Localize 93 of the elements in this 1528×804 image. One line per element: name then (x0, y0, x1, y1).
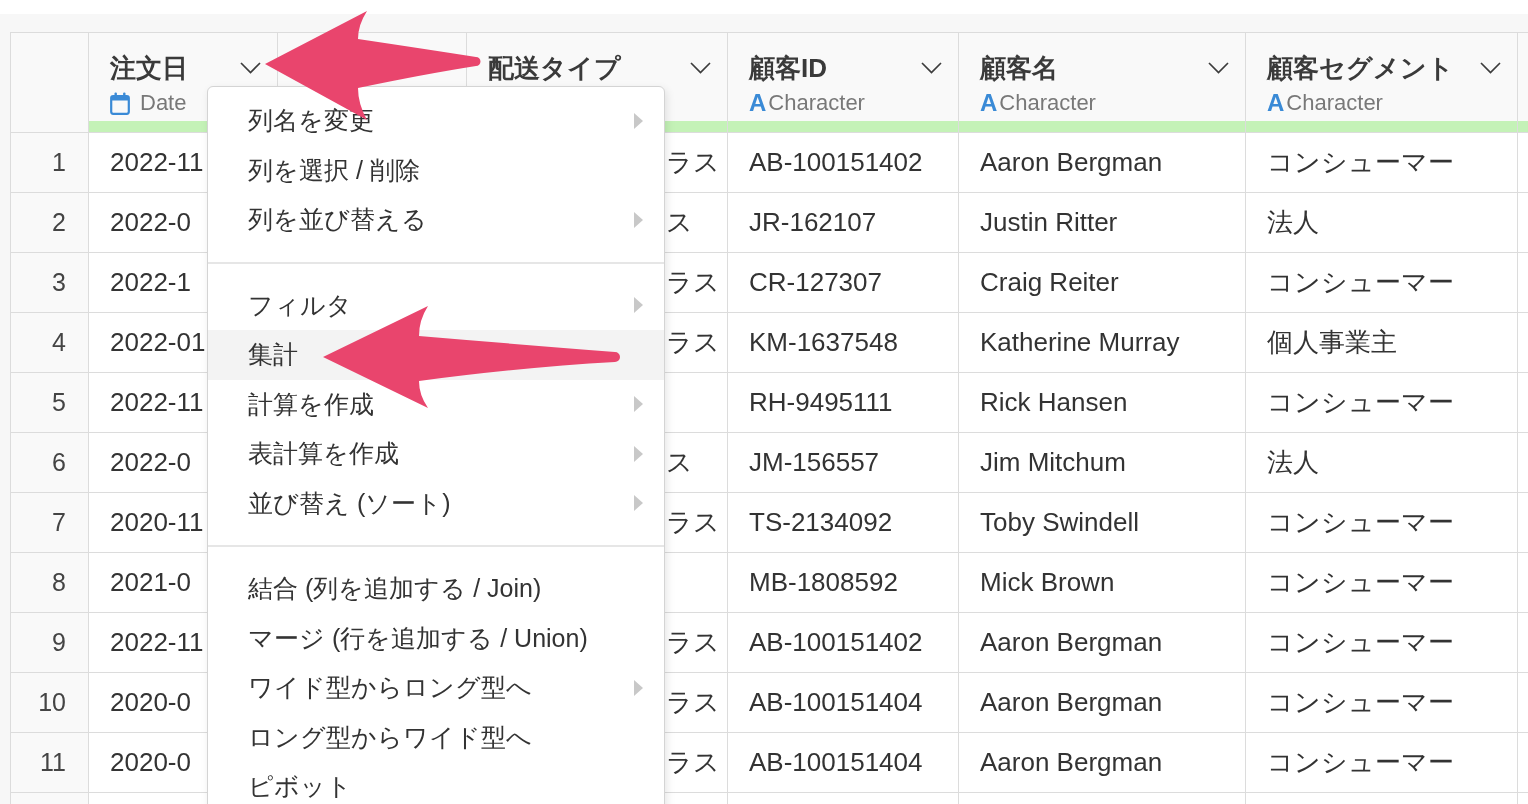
menu-item[interactable]: ロング型からワイド型へ (208, 712, 664, 762)
menu-item[interactable]: フィルタ (208, 280, 664, 330)
column-type-label: Character (999, 90, 1096, 116)
menu-item[interactable]: ワイド型からロング型へ (208, 663, 664, 713)
customer-name: Aaron Bergman (980, 147, 1163, 178)
order-date: 2022-11 (110, 627, 204, 658)
column-name: 顧客ID (749, 52, 827, 84)
row-number: 9 (52, 628, 66, 657)
character-type-icon: A (980, 90, 998, 116)
customer-type-label: コンシューマー (1267, 626, 1454, 659)
order-date: 2022-0 (110, 207, 191, 238)
character-type-icon: A (1267, 90, 1285, 116)
chevron-down-icon[interactable] (921, 62, 942, 74)
customer-id: KM-1637548 (749, 327, 898, 358)
customer-type-label: 法人 (1267, 446, 1319, 479)
menu-item[interactable]: 表計算を作成 (208, 429, 664, 479)
customer-type-label: コンシューマー (1267, 746, 1454, 779)
shipping-type: ラス (666, 326, 720, 359)
row-number: 2 (52, 208, 66, 237)
column-type-label: Character (1286, 90, 1383, 116)
customer-id: AB-100151402 (749, 627, 923, 658)
shipping-type: ス (666, 206, 693, 239)
order-date: 2022-11 (110, 147, 204, 178)
customer-name: Toby Swindell (980, 507, 1139, 538)
customer-id: AB-100151402 (749, 147, 923, 178)
row-number: 8 (52, 568, 66, 597)
order-date: 2022-1 (110, 267, 191, 298)
customer-id: RH-9495111 (749, 387, 893, 418)
customer-type-label: コンシューマー (1267, 686, 1454, 719)
chevron-down-icon[interactable] (240, 62, 261, 74)
order-date: 2020-0 (110, 747, 191, 778)
customer-name: Aaron Bergman (980, 627, 1163, 658)
customer-name: Mick Brown (980, 567, 1115, 598)
column-name: 顧客名 (980, 52, 1058, 84)
row-number: 3 (52, 268, 66, 297)
customer-type-label: コンシューマー (1267, 266, 1454, 299)
menu-item[interactable]: 結合 (列を追加する / Join) (208, 564, 664, 614)
order-date: 2020-0 (110, 687, 191, 718)
row-number: 7 (52, 508, 66, 537)
column-type-label: Date (140, 90, 187, 116)
shipping-type: ラス (666, 626, 720, 659)
order-date: 2022-01 (110, 327, 206, 358)
menu-item[interactable]: 列を並び替える (208, 195, 664, 245)
order-date: 2020-11 (110, 507, 204, 538)
row-number: 11 (40, 748, 66, 777)
customer-type-label: コンシューマー (1267, 506, 1454, 539)
chevron-down-icon[interactable] (1208, 62, 1229, 74)
row-number: 4 (52, 328, 66, 357)
customer-name: Justin Ritter (980, 207, 1118, 238)
customer-id: MB-1808592 (749, 567, 898, 598)
shipping-type: ラス (666, 506, 720, 539)
column-type-label: Character (768, 90, 865, 116)
order-date: 2022-0 (110, 447, 191, 478)
customer-type-label: 個人事業主 (1267, 326, 1397, 359)
menu-item[interactable]: 計算を作成 (208, 379, 664, 429)
customer-id: JR-162107 (749, 207, 877, 238)
menu-item[interactable]: マージ (行を追加する / Union) (208, 613, 664, 663)
calendar-icon (110, 91, 130, 115)
customer-name: Katherine Murray (980, 327, 1180, 358)
order-date: 2022-11 (110, 387, 204, 418)
customer-type-label: コンシューマー (1267, 386, 1454, 419)
customer-id: TS-2134092 (749, 507, 893, 538)
menu-item[interactable]: 列を選択 / 削除 (208, 145, 664, 195)
column-name: 注文日 (110, 52, 188, 84)
row-number: 5 (52, 388, 66, 417)
customer-type-label: コンシューマー (1267, 566, 1454, 599)
customer-name: Craig Reiter (980, 267, 1119, 298)
shipping-type: ラス (666, 686, 720, 719)
customer-name: Aaron Bergman (980, 747, 1163, 778)
customer-id: JM-156557 (749, 447, 880, 478)
row-number: 6 (52, 448, 66, 477)
character-type-icon: A (749, 90, 767, 116)
column-name: 顧客セグメント (1267, 52, 1454, 84)
chevron-down-icon[interactable] (1480, 62, 1501, 74)
customer-id: AB-100151404 (749, 747, 923, 778)
customer-name: Jim Mitchum (980, 447, 1126, 478)
menu-item[interactable]: 並び替え (ソート) (208, 478, 664, 528)
shipping-type: ラス (666, 746, 720, 779)
customer-type-label: 法人 (1267, 206, 1319, 239)
menu-item[interactable]: ピボット (208, 762, 664, 804)
shipping-type: ラス (666, 146, 720, 179)
customer-id: AB-100151404 (749, 687, 923, 718)
chevron-down-icon[interactable] (690, 62, 711, 74)
shipping-type: ス (666, 446, 693, 479)
row-number: 10 (38, 688, 66, 717)
customer-name: Rick Hansen (980, 387, 1128, 418)
customer-name: Aaron Bergman (980, 687, 1163, 718)
customer-id: CR-127307 (749, 267, 882, 298)
customer-type-label: コンシューマー (1267, 146, 1454, 179)
order-date: 2021-0 (110, 567, 191, 598)
column-name: 配送タイプ (488, 52, 621, 84)
shipping-type: ラス (666, 266, 720, 299)
row-number: 1 (52, 148, 66, 177)
